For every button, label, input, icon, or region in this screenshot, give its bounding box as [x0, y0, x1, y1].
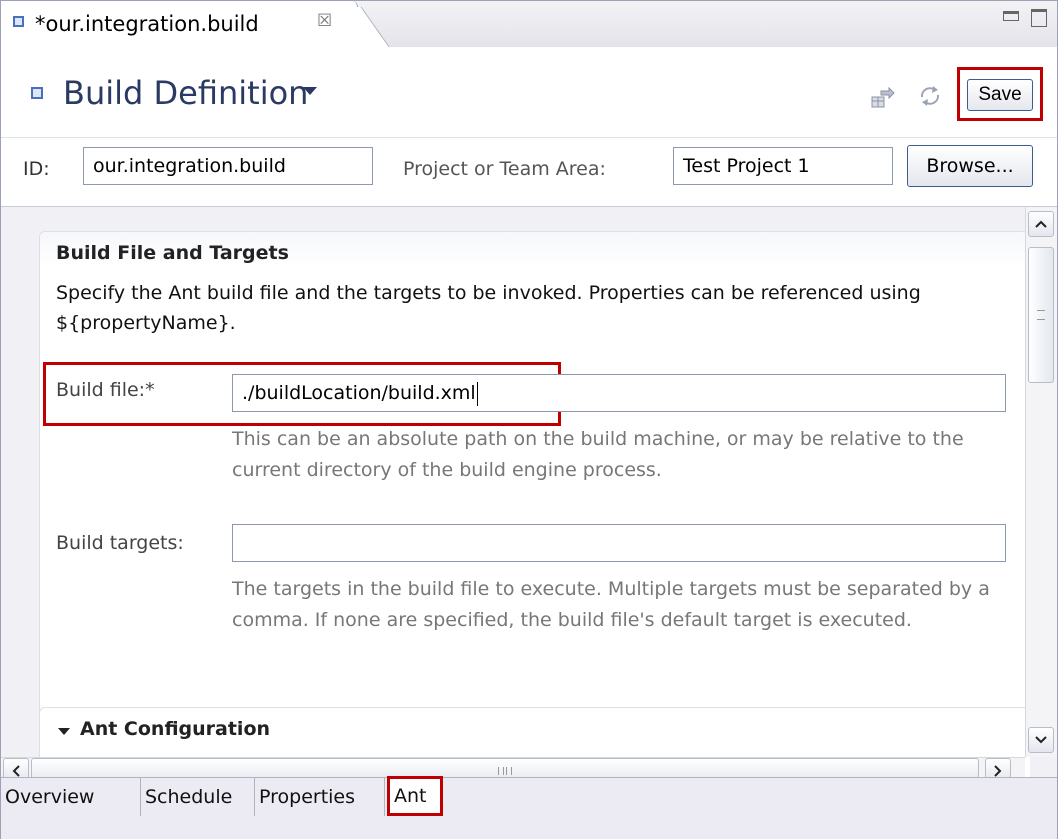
editor-tab-strip: *our.integration.build ☒: [1, 1, 1057, 48]
build-file-section: Build File and Targets Specify the Ant b…: [39, 231, 1030, 752]
horizontal-scrollbar[interactable]: [1, 757, 1025, 777]
chevron-up-icon: [1035, 220, 1047, 228]
tab-overview[interactable]: Overview: [1, 778, 141, 816]
browse-button[interactable]: Browse...: [907, 145, 1033, 187]
maximize-icon[interactable]: [1031, 9, 1047, 27]
section-title: Build File and Targets: [56, 242, 289, 264]
build-file-field[interactable]: ./buildLocation/build.xml: [232, 374, 1006, 412]
id-label: ID:: [23, 158, 50, 180]
grip-icon: [1037, 310, 1045, 320]
section-description: Specify the Ant build file and the targe…: [56, 282, 921, 334]
header-divider: [1, 137, 1057, 138]
twisty-expanded-icon[interactable]: [58, 728, 70, 735]
editor-window: *our.integration.build ☒ Build Definitio…: [0, 0, 1058, 839]
build-definition-icon: [31, 87, 43, 99]
tab-schedule[interactable]: Schedule: [141, 778, 255, 816]
build-file-help: This can be an absolute path on the buil…: [232, 428, 964, 481]
page-tabs: Overview Schedule Properties Ant: [1, 776, 1057, 839]
vertical-scroll-thumb[interactable]: [1028, 247, 1054, 383]
scroll-right-button[interactable]: [985, 758, 1011, 777]
build-targets-help: The targets in the build file to execute…: [232, 578, 990, 631]
horizontal-scroll-thumb[interactable]: [31, 758, 979, 777]
build-file-value: ./buildLocation/build.xml: [242, 382, 476, 404]
grip-icon: [498, 767, 512, 775]
chevron-right-icon: [994, 764, 1002, 777]
chevron-left-icon: [12, 764, 20, 777]
editor-tab[interactable]: *our.integration.build ☒: [1, 1, 358, 47]
minimize-icon[interactable]: [1003, 11, 1019, 21]
save-button[interactable]: Save: [967, 79, 1033, 111]
scroll-up-button[interactable]: [1028, 211, 1054, 237]
chevron-down-icon[interactable]: [303, 87, 317, 95]
editor-scroll-area[interactable]: Build File and Targets Specify the Ant b…: [1, 206, 1057, 777]
tab-ant[interactable]: Ant: [387, 776, 443, 816]
chevron-down-icon: [1035, 736, 1047, 744]
vertical-scrollbar[interactable]: [1025, 207, 1057, 757]
build-definition-icon: [13, 16, 24, 27]
project-label: Project or Team Area:: [403, 158, 606, 180]
build-targets-field[interactable]: [232, 524, 1006, 562]
project-field[interactable]: Test Project 1: [673, 147, 893, 185]
scroll-down-button[interactable]: [1028, 727, 1054, 753]
close-icon[interactable]: ☒: [317, 11, 332, 31]
section-header: Build File and Targets: [40, 232, 1030, 268]
form-header: Build Definition Save ID: our.integratio…: [1, 47, 1057, 205]
refresh-icon[interactable]: [917, 83, 943, 109]
id-field[interactable]: our.integration.build: [83, 147, 373, 185]
editor-tab-title: *our.integration.build: [35, 12, 259, 36]
section-title[interactable]: Ant Configuration: [80, 718, 270, 740]
scroll-left-button[interactable]: [3, 758, 29, 777]
page-title: Build Definition: [63, 74, 309, 112]
build-file-label: Build file:*: [56, 379, 155, 401]
build-targets-label: Build targets:: [56, 532, 184, 554]
build-request-icon[interactable]: [869, 85, 895, 111]
tab-properties[interactable]: Properties: [255, 778, 385, 816]
text-cursor: [476, 381, 478, 406]
